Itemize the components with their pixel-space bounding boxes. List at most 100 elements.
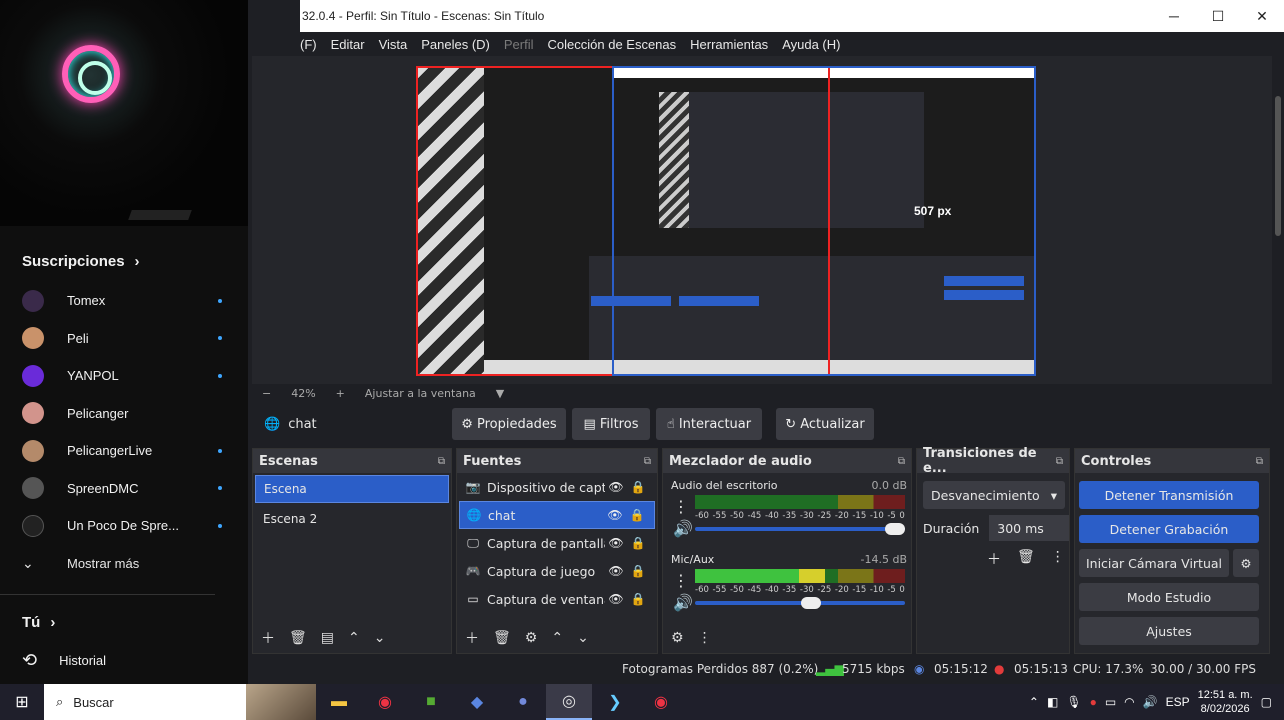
dropdown-arrow-icon[interactable]: ▼ xyxy=(496,387,504,400)
clock[interactable]: 12:51 a. m. 8/02/2026 xyxy=(1198,688,1253,716)
volume-slider[interactable] xyxy=(695,523,905,535)
duration-input[interactable]: 300 ms xyxy=(989,515,1070,541)
kebab-menu-icon[interactable]: ⋮ xyxy=(673,571,689,590)
eye-icon[interactable]: 👁 xyxy=(605,564,627,578)
slider-knob[interactable] xyxy=(801,597,821,609)
volume-icon[interactable]: 🔊 xyxy=(1143,695,1158,709)
arrow-up-icon[interactable]: ⌃ xyxy=(551,630,563,646)
menu-edit[interactable]: Editar xyxy=(331,37,365,52)
kebab-menu-icon[interactable]: ⋮ xyxy=(673,497,689,516)
trash-icon[interactable]: 🗑 xyxy=(1017,549,1035,569)
undock-icon[interactable]: ⧉ xyxy=(438,456,445,467)
menu-docks[interactable]: Paneles (D) xyxy=(421,37,490,52)
record-tray-icon[interactable]: ● xyxy=(1090,695,1097,709)
show-more-button[interactable]: ⌄ Mostrar más xyxy=(22,545,222,582)
undock-icon[interactable]: ⧉ xyxy=(1056,456,1063,467)
file-explorer-icon[interactable]: ▬ xyxy=(316,684,362,720)
start-virtual-camera-button[interactable]: Iniciar Cámara Virtual xyxy=(1079,549,1229,577)
chevron-up-icon[interactable]: ⌃ xyxy=(1029,695,1039,709)
lock-icon[interactable]: 🔒 xyxy=(627,592,649,606)
history-link[interactable]: ⟲ Historial xyxy=(22,650,106,671)
trash-icon[interactable]: 🗑 xyxy=(493,630,511,646)
list-item[interactable]: 📷 Dispositivo de captu 👁 🔒 xyxy=(459,473,655,501)
slider-knob[interactable] xyxy=(885,523,905,535)
list-item[interactable]: Pelicanger xyxy=(22,395,222,433)
lock-icon[interactable]: 🔒 xyxy=(627,536,649,550)
list-item[interactable]: 🎮 Captura de juego 👁 🔒 xyxy=(459,557,655,585)
wifi-icon[interactable]: ◠ xyxy=(1124,695,1134,709)
list-item[interactable]: Peli xyxy=(22,320,222,358)
list-item[interactable]: 🌐 chat 👁 🔒 xyxy=(459,501,655,529)
list-item[interactable]: Escena 2 xyxy=(255,505,449,533)
virtual-camera-settings-button[interactable]: ⚙ xyxy=(1233,549,1259,577)
undock-icon[interactable]: ⧉ xyxy=(1256,456,1263,467)
notification-icon[interactable]: ▢ xyxy=(1261,695,1272,709)
kebab-menu-icon[interactable]: ⋮ xyxy=(698,630,712,646)
refresh-button[interactable]: ↻ Actualizar xyxy=(776,408,874,440)
list-item[interactable]: Escena xyxy=(255,475,449,503)
list-item[interactable]: Un Poco De Spre... xyxy=(22,507,222,545)
interact-button[interactable]: ☝ Interactuar xyxy=(656,408,762,440)
screen-selection-box[interactable] xyxy=(612,66,1036,376)
terminal-icon[interactable]: ❯ xyxy=(592,684,638,720)
menu-profile[interactable]: Perfil xyxy=(504,37,534,52)
speaker-icon[interactable]: 🔊 xyxy=(673,593,693,612)
you-section-header[interactable]: Tú › xyxy=(22,614,55,631)
kebab-menu-icon[interactable]: ⋮ xyxy=(1051,549,1065,569)
list-item[interactable]: 🖵 Captura de pantalla 👁 🔒 xyxy=(459,529,655,557)
arrow-down-icon[interactable]: ⌄ xyxy=(374,630,386,646)
zoom-out-icon[interactable]: − xyxy=(262,387,271,400)
list-item[interactable]: YANPOL xyxy=(22,357,222,395)
chrome-icon[interactable]: ◉ xyxy=(362,684,408,720)
language-indicator[interactable]: ESP xyxy=(1166,695,1190,709)
maximize-icon[interactable]: ☐ xyxy=(1196,0,1240,32)
subscriptions-header[interactable]: Suscripciones › xyxy=(22,253,140,270)
add-icon[interactable]: ＋ xyxy=(987,549,1001,569)
filters-button[interactable]: ▤ Filtros xyxy=(572,408,650,440)
app-blue-icon[interactable]: ◆ xyxy=(454,684,500,720)
scrollbar-thumb[interactable] xyxy=(1275,96,1281,236)
windows-start-icon[interactable]: ⊞ xyxy=(0,684,44,720)
lock-icon[interactable]: 🔒 xyxy=(627,480,649,494)
stop-stream-button[interactable]: Detener Transmisión xyxy=(1079,481,1259,509)
preview-area[interactable]: 507 px xyxy=(252,56,1272,384)
filter-icon[interactable]: ▤ xyxy=(321,630,334,646)
obs-icon[interactable]: ◎ xyxy=(546,684,592,720)
microphone-icon[interactable]: 🎙 xyxy=(1066,695,1081,709)
advanced-audio-icon[interactable]: ⚙ xyxy=(671,630,684,646)
transition-select[interactable]: Desvanecimiento ▾ xyxy=(923,481,1065,509)
lock-icon[interactable]: 🔒 xyxy=(627,564,649,578)
menu-scene-collection[interactable]: Colección de Escenas xyxy=(548,37,677,52)
scrollbar[interactable] xyxy=(1272,56,1284,656)
eye-icon[interactable]: 👁 xyxy=(605,592,627,606)
menu-tools[interactable]: Herramientas xyxy=(690,37,768,52)
speaker-icon[interactable]: 🔊 xyxy=(673,519,693,538)
discord-icon[interactable]: ● xyxy=(500,684,546,720)
arrow-up-icon[interactable]: ⌃ xyxy=(348,630,360,646)
preview-canvas[interactable]: 507 px xyxy=(416,66,1036,376)
zoom-in-icon[interactable]: + xyxy=(336,387,345,400)
undock-icon[interactable]: ⧉ xyxy=(898,456,905,467)
arrow-down-icon[interactable]: ⌄ xyxy=(577,630,589,646)
add-icon[interactable]: ＋ xyxy=(261,628,275,648)
add-icon[interactable]: ＋ xyxy=(465,628,479,648)
undock-icon[interactable]: ⧉ xyxy=(644,456,651,467)
taskbar-search[interactable]: ⌕ Buscar xyxy=(44,684,316,720)
fit-window-select[interactable]: Ajustar a la ventana xyxy=(365,387,476,400)
trash-icon[interactable]: 🗑 xyxy=(289,630,307,646)
webcam-tray-icon[interactable]: ◧ xyxy=(1047,695,1058,709)
list-item[interactable]: PelicangerLive xyxy=(22,432,222,470)
studio-mode-button[interactable]: Modo Estudio xyxy=(1079,583,1259,611)
lock-icon[interactable]: 🔒 xyxy=(626,508,648,522)
eye-icon[interactable]: 👁 xyxy=(605,536,627,550)
menu-file[interactable]: (F) xyxy=(300,37,317,52)
list-item[interactable]: SpreenDMC xyxy=(22,470,222,508)
stop-recording-button[interactable]: Detener Grabación xyxy=(1079,515,1259,543)
list-item[interactable]: ▭ Captura de ventana 👁 🔒 xyxy=(459,585,655,613)
minimize-icon[interactable]: ─ xyxy=(1152,0,1196,32)
list-item[interactable]: Tomex xyxy=(22,282,222,320)
battery-icon[interactable]: ▭ xyxy=(1105,695,1116,709)
eye-icon[interactable]: 👁 xyxy=(605,480,627,494)
menu-help[interactable]: Ayuda (H) xyxy=(782,37,840,52)
volume-slider[interactable] xyxy=(695,597,905,609)
